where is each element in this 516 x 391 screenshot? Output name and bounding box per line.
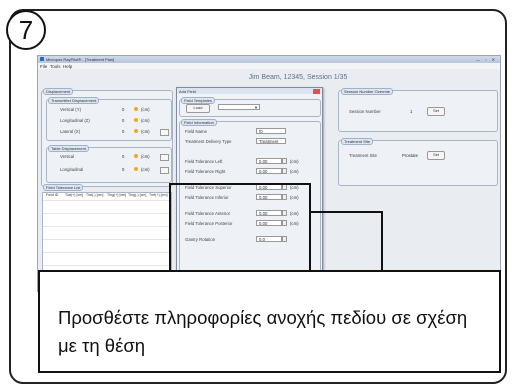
dialog-title: Add Field	[179, 88, 196, 94]
table-group	[46, 147, 172, 183]
transmitter-lateral-value: 0	[122, 129, 125, 134]
delivery-type-value: Treatment	[259, 139, 279, 144]
table-vertical-action-button[interactable]	[160, 154, 169, 161]
tolerance-right-label: Field Tolerance Right	[185, 169, 226, 174]
transmitter-longitudinal-label: Longitudinal (Z)	[60, 118, 90, 123]
templates-label: Field Templates	[181, 97, 215, 104]
spinner-icon[interactable]	[282, 168, 287, 174]
lateral-action-button[interactable]	[160, 129, 169, 136]
column-header: Tlng(-) [cm]	[128, 193, 147, 197]
close-icon[interactable]	[313, 88, 320, 94]
table-row	[43, 200, 171, 201]
transmitter-vertical-value: 0	[122, 107, 125, 112]
unit-label: (cm)	[141, 107, 150, 112]
table-vertical-label: Vertical	[60, 154, 75, 159]
template-select[interactable]: ▾	[218, 104, 260, 110]
session-header: Jim Beam, 12345, Session 1/35	[248, 74, 348, 81]
session-override-label: Session Number Override	[341, 88, 394, 95]
status-dot-icon	[134, 129, 138, 133]
unit-label: (cm)	[141, 118, 150, 123]
unit-label: (cm)	[141, 154, 150, 159]
unit-label: (cm)	[290, 159, 299, 164]
tolerance-right-input[interactable]: 0.00	[256, 168, 282, 174]
field-name-input[interactable]: f0	[256, 128, 286, 134]
unit-label: (cm)	[141, 167, 150, 172]
table-longitudinal-action-button[interactable]	[160, 167, 169, 174]
table-row	[43, 252, 171, 253]
table-displacement-label: Table Displacement	[48, 145, 89, 152]
chevron-down-icon: ▾	[254, 105, 257, 110]
status-dot-icon	[134, 154, 138, 158]
spinner-icon[interactable]	[282, 158, 287, 164]
treatment-site-label: Treatment Site	[349, 153, 378, 158]
displacement-label: Displacement	[43, 88, 74, 95]
field-information-label: Field Information	[181, 119, 217, 126]
table-longitudinal-label: Longitudinal	[60, 167, 84, 172]
column-header: Tlat(+) [cm]	[65, 193, 84, 197]
treatment-site-panel	[338, 140, 498, 186]
leader-line	[311, 211, 383, 213]
instruction-text: Προσθέστε πληροφορίες ανοχής πεδίου σε σ…	[58, 307, 468, 356]
status-dot-icon	[134, 118, 138, 122]
transmitter-longitudinal-value: 0	[122, 118, 125, 123]
window-titlebar: Micropos RayPilot® - [Treatment Plan] — …	[38, 56, 500, 63]
menu-bar: File Tools Help	[38, 63, 500, 69]
step-number-badge: 7	[6, 10, 46, 50]
unit-label: (cm)	[290, 169, 299, 174]
table-row	[43, 226, 171, 227]
column-header: Tlat(-) [cm]	[86, 193, 104, 197]
window-controls[interactable]: — ▫ ✕	[476, 57, 497, 62]
table-row	[43, 213, 171, 214]
column-header: Field ID	[46, 193, 59, 197]
menu-help[interactable]: Help	[63, 64, 72, 69]
window-title: Micropos RayPilot® - [Treatment Plan]	[46, 57, 115, 62]
leader-line	[381, 211, 383, 271]
column-header: Tvrt(+) [cm]	[149, 193, 168, 197]
column-header: Tlng(+) [cm]	[107, 193, 127, 197]
treatment-site-value: Prostate	[402, 153, 419, 158]
treatment-site-set-button[interactable]: Set	[427, 151, 445, 160]
app-logo-icon	[40, 57, 44, 61]
delivery-type-label: Treatment Delivery Type	[185, 139, 232, 144]
load-template-button[interactable]: Load	[186, 104, 210, 113]
session-number-value: 1	[410, 109, 413, 114]
transmitter-label: Transmitter Displacement	[48, 97, 100, 104]
table-vertical-value: 0	[122, 154, 125, 159]
table-row	[43, 239, 171, 240]
transmitter-lateral-label: Lateral (X)	[60, 129, 81, 134]
tolerance-left-input[interactable]: 0.00	[256, 158, 282, 164]
transmitter-vertical-label: Vertical (Y)	[60, 107, 82, 112]
status-dot-icon	[134, 107, 138, 111]
menu-tools[interactable]: Tools	[50, 64, 61, 69]
treatment-site-group-label: Treatment Site	[341, 138, 374, 145]
table-longitudinal-value: 0	[122, 167, 125, 172]
instruction-callout: Προσθέστε πληροφορίες ανοχής πεδίου σε σ…	[38, 270, 501, 373]
status-dot-icon	[134, 167, 138, 171]
dialog-titlebar: Add Field	[177, 88, 322, 94]
field-name-label: Field Name	[185, 129, 207, 134]
session-set-button[interactable]: Set	[427, 107, 445, 116]
delivery-type-select[interactable]: Treatment	[256, 138, 286, 144]
unit-label: (cm)	[141, 129, 150, 134]
session-number-label: Session Number	[349, 109, 381, 114]
table-row	[43, 265, 171, 266]
tolerance-left-label: Field Tolerance Left	[185, 159, 223, 164]
field-tolerance-list-label: Field Tolerance List	[43, 184, 84, 191]
menu-file[interactable]: File	[40, 64, 47, 69]
